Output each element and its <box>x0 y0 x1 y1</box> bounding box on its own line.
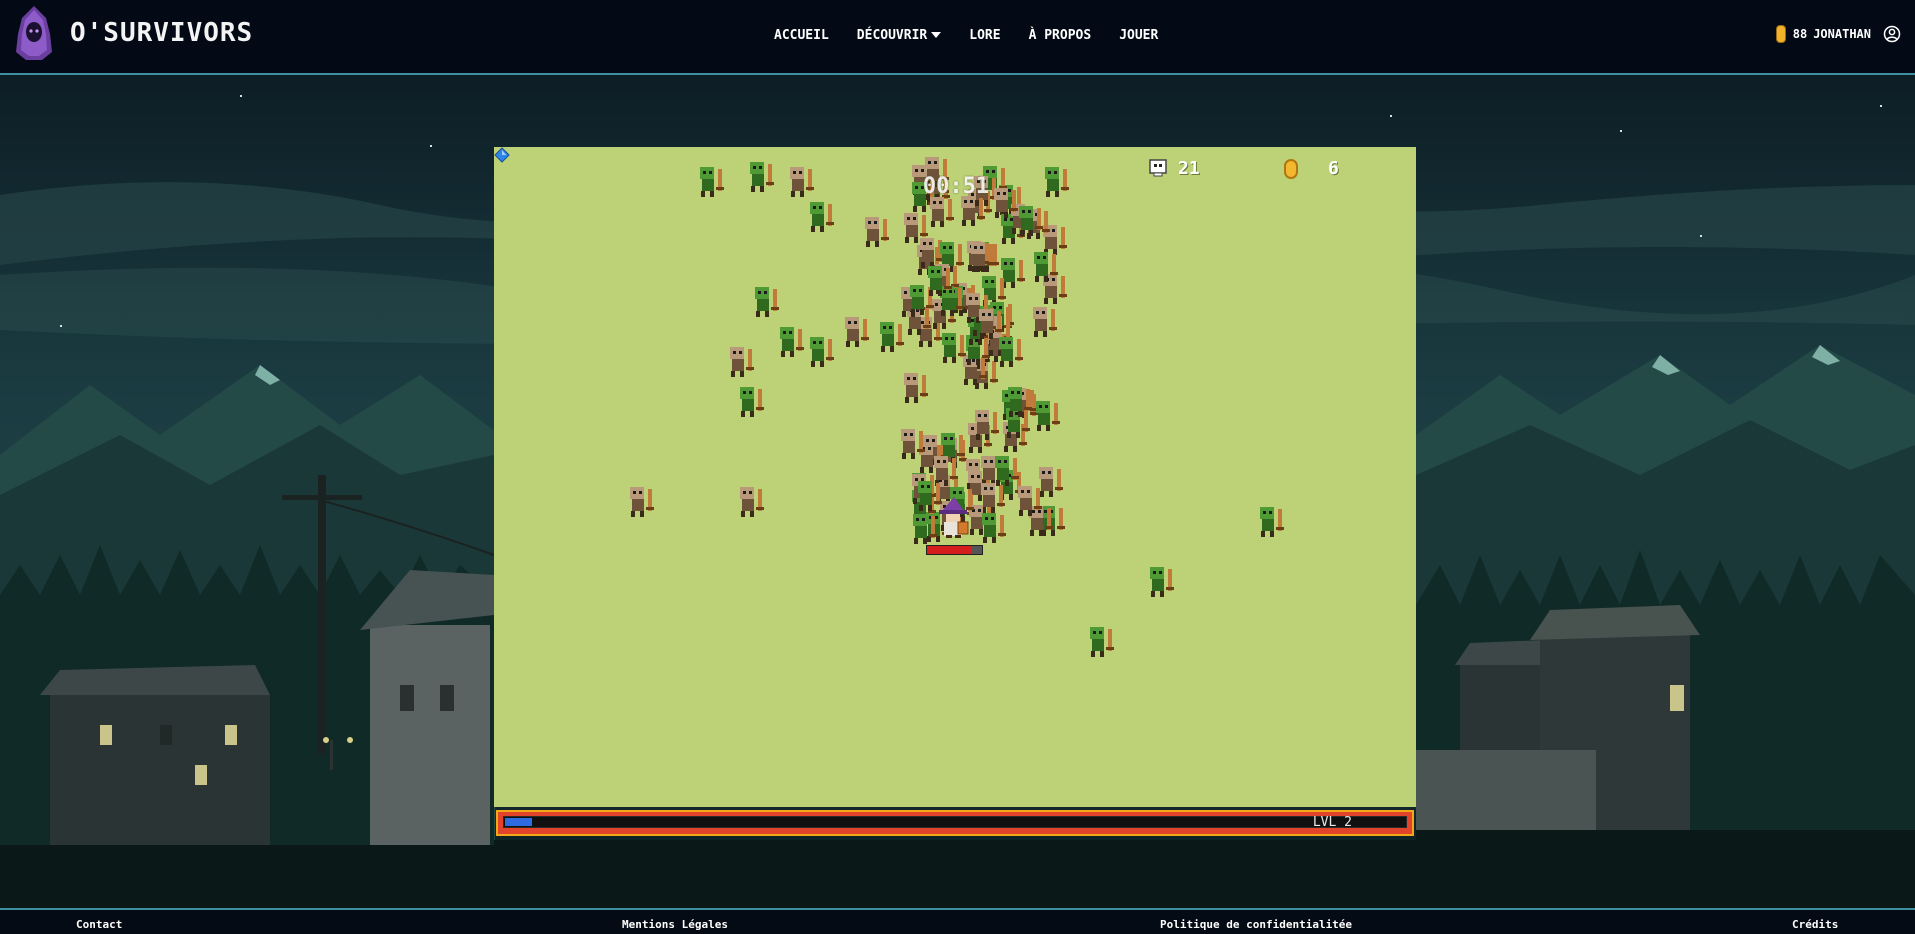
user-name[interactable]: JONATHAN <box>1813 27 1871 41</box>
user-panel: 88 JONATHAN <box>1775 0 1901 68</box>
skeleton-enemy-sprite <box>975 410 999 440</box>
nav-decouvrir-label: DÉCOUVRIR <box>856 27 928 43</box>
skeleton-enemy-sprite <box>730 347 754 377</box>
skeleton-enemy-sprite <box>845 317 869 347</box>
skull-icon <box>1149 159 1167 177</box>
experience-bar-track: LVL 2 <box>503 814 1407 830</box>
skeleton-enemy-sprite <box>630 487 654 517</box>
skeleton-enemy-sprite <box>961 196 985 226</box>
goblin-enemy-sprite <box>1260 507 1284 537</box>
skeleton-enemy-sprite <box>790 167 814 197</box>
goblin-enemy-sprite <box>755 287 779 317</box>
level-label: LVL 2 <box>1312 814 1352 830</box>
game-timer: 00:51 <box>922 174 990 199</box>
coin-count: 6 <box>1328 158 1339 179</box>
goblin-enemy-sprite <box>982 513 1006 543</box>
goblin-enemy-sprite <box>1008 387 1032 417</box>
site-header: O'SURVIVORS ACCUEIL DÉCOUVRIR LORE À PRO… <box>0 0 1915 75</box>
skeleton-enemy-sprite <box>1039 467 1063 497</box>
experience-bar-fill <box>505 818 533 826</box>
experience-bar-frame: LVL 2 <box>496 810 1414 836</box>
goblin-enemy-sprite <box>880 322 904 352</box>
wizard-player-sprite <box>939 497 969 538</box>
footer-link-privacy-policy[interactable]: Politique de confidentialitée <box>1160 918 1352 931</box>
nav-accueil[interactable]: ACCUEIL <box>774 28 829 43</box>
goblin-enemy-sprite <box>700 167 724 197</box>
goblin-enemy-sprite <box>810 202 834 232</box>
enemy-horde <box>630 157 1284 657</box>
skeleton-enemy-sprite <box>740 487 764 517</box>
game-canvas[interactable]: 00:51 21 6 <box>494 147 1416 807</box>
goblin-enemy-sprite <box>1001 258 1025 288</box>
coin-icon <box>1284 158 1298 179</box>
experience-bar: LVL 2 <box>494 808 1416 838</box>
skeleton-enemy-sprite <box>971 242 995 272</box>
xp-gem-icon <box>494 147 510 163</box>
coin-icon <box>1775 25 1786 43</box>
goblin-enemy-sprite <box>999 337 1023 367</box>
goblin-enemy-sprite <box>810 337 834 367</box>
player-health-bar <box>926 545 983 555</box>
goblin-enemy-sprite <box>1090 627 1114 657</box>
chevron-down-icon <box>931 32 942 38</box>
nav-lore[interactable]: LORE <box>969 28 1000 43</box>
goblin-enemy-sprite <box>1036 401 1060 431</box>
user-coin-count: 88 <box>1792 27 1808 41</box>
skeleton-enemy-sprite <box>930 197 954 227</box>
main-nav: ACCUEIL DÉCOUVRIR LORE À PROPOS JOUER <box>760 0 1172 70</box>
goblin-enemy-sprite <box>995 456 1019 486</box>
user-account-icon[interactable] <box>1883 25 1901 43</box>
hooded-reaper-icon <box>16 6 52 60</box>
skeleton-enemy-sprite <box>865 217 889 247</box>
skeleton-enemy-sprite <box>904 373 928 403</box>
goblin-enemy-sprite <box>942 333 966 363</box>
goblin-enemy-sprite <box>1150 567 1174 597</box>
footer-link-mentions-legales[interactable]: Mentions Légales <box>622 918 728 931</box>
site-footer: Contact Mentions Légales Politique de co… <box>0 908 1915 934</box>
brand-logo[interactable]: O'SURVIVORS <box>12 4 253 62</box>
skeleton-enemy-sprite <box>981 483 1005 513</box>
goblin-enemy-sprite <box>1041 506 1065 536</box>
skeleton-enemy-sprite <box>1033 307 1057 337</box>
nav-jouer[interactable]: JOUER <box>1119 28 1158 43</box>
brand-name: O'SURVIVORS <box>70 18 254 48</box>
footer-link-contact[interactable]: Contact <box>76 918 122 931</box>
goblin-enemy-sprite <box>1045 167 1069 197</box>
goblin-enemy-sprite <box>750 162 774 192</box>
kill-count: 21 <box>1178 158 1200 179</box>
skeleton-enemy-sprite <box>1029 506 1053 536</box>
goblin-enemy-sprite <box>740 387 764 417</box>
player-health-fill <box>927 546 971 554</box>
goblin-enemy-sprite <box>780 327 804 357</box>
nav-a-propos[interactable]: À PROPOS <box>1029 28 1092 43</box>
kill-counter: 21 <box>1148 158 1200 179</box>
coin-counter: 6 <box>1284 158 1339 179</box>
nav-decouvrir[interactable]: DÉCOUVRIR <box>856 27 942 43</box>
footer-link-credits[interactable]: Crédits <box>1792 918 1838 931</box>
